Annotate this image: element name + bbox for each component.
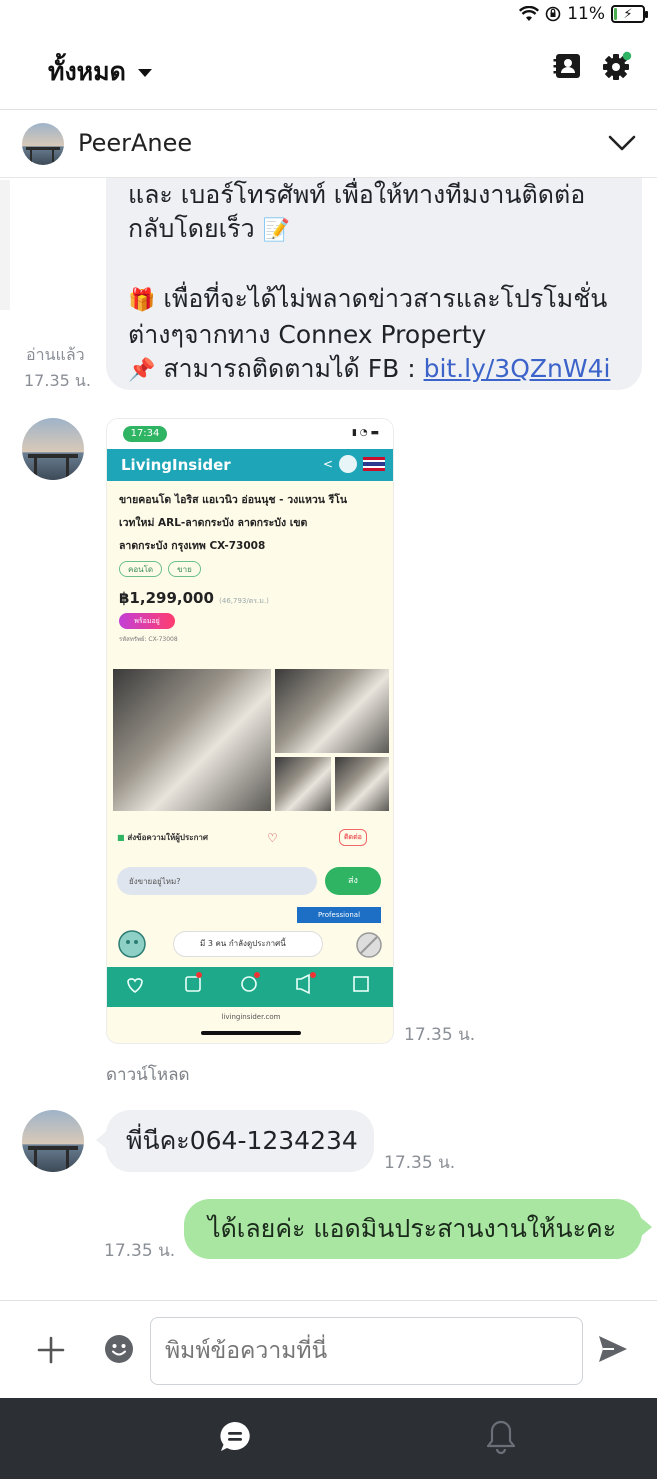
contacts-icon[interactable] bbox=[552, 50, 584, 82]
promo-line: และ เบอร์โทรศัพท์ เพื่อให้ทางทีมงานติดต่… bbox=[128, 180, 586, 209]
bottom-navigation bbox=[0, 1398, 657, 1479]
screenshot-pro-badge: Professional bbox=[297, 907, 381, 923]
orientation-lock-icon bbox=[545, 6, 561, 22]
screenshot-photo-grid bbox=[113, 669, 389, 811]
contact-avatar[interactable] bbox=[22, 1110, 84, 1172]
plus-icon[interactable] bbox=[36, 1335, 66, 1365]
screenshot-price-note: (46,793/ตร.ม.) bbox=[219, 597, 269, 605]
emoji-icon[interactable] bbox=[104, 1334, 134, 1364]
screenshot-status-bar: 17:34 ▮ ◔ ▬ bbox=[107, 419, 393, 449]
promo-line-row: 📌 สามารถติดตามได้ FB : bit.ly/3QZnW4i bbox=[128, 352, 620, 388]
download-link[interactable]: ดาวน์โหลด bbox=[106, 1064, 190, 1086]
screenshot-price-row: ฿1,299,000 (46,793/ตร.ม.) bbox=[107, 585, 393, 611]
wifi-icon bbox=[519, 6, 540, 21]
message-time: 17.35 น. bbox=[384, 1153, 456, 1173]
promo-line: สามารถติดตามได้ FB : bbox=[163, 354, 424, 383]
screenshot-url: livinginsider.com bbox=[221, 1013, 281, 1021]
listing-screenshot-image[interactable]: 17:34 ▮ ◔ ▬ LivingInsider < ขายคอนโด ไอร… bbox=[106, 418, 394, 1044]
screenshot-chip: ขาย bbox=[168, 561, 201, 577]
chat-icon[interactable] bbox=[218, 1420, 252, 1454]
promo-line: เพื่อที่จะได้ไม่พลาดข่าวสารและโปรโมชั่น bbox=[163, 284, 608, 313]
caret-down-icon bbox=[137, 69, 152, 77]
screenshot-action-label: ส่งข้อความให้ผู้ประกาศ bbox=[127, 833, 208, 842]
screenshot-bottom-nav bbox=[107, 967, 393, 1007]
screenshot-title-line: เวทใหม่ ARL-ลาดกระบัง ลาดกระบัง เขต bbox=[119, 517, 308, 529]
phone-message-bubble[interactable]: พี่นีคะ064-1234234 bbox=[96, 1110, 374, 1172]
chat-header[interactable]: PeerAnee bbox=[0, 110, 657, 178]
status-icons: 11% ⚡ bbox=[519, 4, 648, 24]
filter-label: ทั้งหมด bbox=[48, 57, 126, 86]
chat-square-icon: ■ bbox=[117, 833, 125, 842]
battery-percent: 11% bbox=[567, 4, 605, 24]
room-photo bbox=[275, 669, 389, 753]
message-list[interactable]: และ เบอร์โทรศัพท์ เพื่อให้ทางทีมงานติดต่… bbox=[0, 178, 657, 1300]
promo-message-bubble[interactable]: และ เบอร์โทรศัพท์ เพื่อให้ทางทีมงานติดต่… bbox=[106, 178, 642, 390]
filter-dropdown[interactable]: ทั้งหมด bbox=[48, 52, 152, 92]
room-photo bbox=[335, 757, 389, 811]
send-icon[interactable] bbox=[596, 1333, 630, 1365]
pushpin-icon: 📌 bbox=[128, 358, 156, 383]
settings-icon[interactable] bbox=[600, 50, 632, 82]
top-header: ทั้งหมด bbox=[0, 32, 657, 110]
bell-icon[interactable] bbox=[484, 1418, 518, 1454]
no-entry-icon bbox=[356, 932, 382, 958]
settings-badge bbox=[622, 51, 632, 61]
screenshot-nav-icons bbox=[127, 972, 369, 995]
screenshot-chips: คอนโด ขาย bbox=[107, 561, 393, 585]
promo-line-row: กลับโดยเร็ว 📝 bbox=[128, 212, 620, 248]
message-time: 17.35 น. bbox=[24, 371, 91, 390]
room-photo bbox=[275, 757, 331, 811]
message-time: 17.35 น. bbox=[404, 1025, 476, 1045]
thai-flag-icon bbox=[363, 457, 385, 471]
screenshot-chip: คอนโด bbox=[119, 561, 163, 577]
promo-line: กลับโดยเร็ว bbox=[128, 214, 255, 243]
chevron-down-icon[interactable] bbox=[607, 130, 637, 156]
promo-line-row: 🎁 เพื่อที่จะได้ไม่พลาดข่าวสารและโปรโมชั่… bbox=[128, 282, 620, 318]
outgoing-message-bubble[interactable]: ได้เลยค่ะ แอดมินประสานงานให้นะคะ bbox=[184, 1199, 652, 1259]
screenshot-price: ฿1,299,000 bbox=[119, 589, 214, 607]
screenshot-toast: มี 3 คน กำลังดูประกาศนี้ bbox=[173, 931, 323, 957]
screenshot-home-indicator bbox=[201, 1031, 301, 1035]
screenshot-contact-button: ติดต่อ bbox=[339, 829, 367, 846]
screenshot-fine-print: รหัสทรัพย์: CX-73008 bbox=[119, 636, 178, 643]
face-icon bbox=[118, 930, 146, 958]
status-bar: 11% ⚡ bbox=[0, 0, 657, 32]
facebook-link[interactable]: bit.ly/3QZnW4i bbox=[424, 354, 611, 383]
heart-icon: ♡ bbox=[267, 831, 278, 845]
contact-name: PeerAnee bbox=[78, 129, 193, 157]
screenshot-action-row: ■ ส่งข้อความให้ผู้ประกาศ ♡ ติดต่อ bbox=[117, 829, 385, 861]
message-time: 17.35 น. bbox=[104, 1241, 176, 1261]
screenshot-title: ขายคอนโด ไอริส แอเวนิว อ่อนนุช - วงแหวน … bbox=[107, 481, 393, 561]
contact-avatar[interactable] bbox=[22, 418, 84, 480]
promo-blank-line bbox=[128, 248, 620, 282]
screenshot-signal-icon: ▮ ◔ ▬ bbox=[351, 428, 379, 438]
promo-line: ต่างๆจากทาง Connex Property bbox=[128, 320, 487, 349]
screenshot-brand-bar: LivingInsider < bbox=[107, 449, 393, 481]
battery-fill bbox=[614, 8, 618, 20]
screenshot-send: ส่ง bbox=[325, 867, 381, 895]
screenshot-brand-icons: < bbox=[323, 455, 385, 473]
profile-icon bbox=[339, 455, 357, 473]
screenshot-input: ยังขายอยู่ไหม? bbox=[117, 867, 317, 895]
screenshot-pill: พร้อมอยู่ bbox=[119, 613, 175, 629]
screenshot-time: 17:34 bbox=[123, 426, 167, 442]
gift-icon: 🎁 bbox=[128, 288, 156, 313]
share-icon: < bbox=[322, 457, 333, 471]
battery-charging-icon: ⚡ bbox=[611, 5, 648, 23]
screenshot-title-line: ลาดกระบัง กรุงเทพ CX-73008 bbox=[119, 540, 266, 552]
memo-icon: 📝 bbox=[262, 218, 291, 243]
contact-avatar[interactable] bbox=[22, 123, 64, 165]
room-photo bbox=[113, 669, 271, 811]
message-input[interactable] bbox=[150, 1317, 583, 1385]
screenshot-brand: LivingInsider bbox=[121, 456, 231, 474]
message-composer bbox=[0, 1300, 657, 1398]
read-receipt: อ่านแล้ว bbox=[26, 345, 85, 364]
screenshot-title-line: ขายคอนโด ไอริส แอเวนิว อ่อนนุช - วงแหวน … bbox=[119, 494, 348, 506]
